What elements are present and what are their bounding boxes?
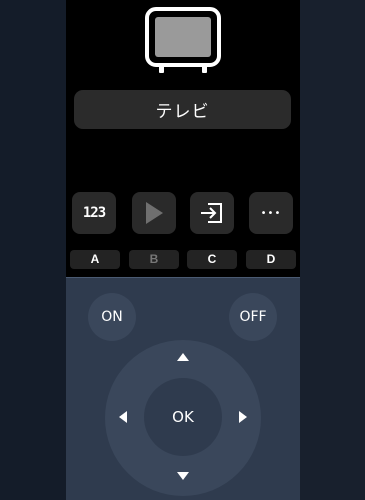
device-name-button[interactable]: テレビ: [74, 90, 291, 129]
more-dots-icon: •••: [260, 207, 282, 219]
input-switch-button[interactable]: [190, 192, 234, 234]
arrow-down-icon[interactable]: [177, 472, 189, 480]
left-margin: [0, 0, 66, 500]
number-pad-button[interactable]: 123: [72, 192, 116, 234]
power-off-label: OFF: [239, 309, 267, 325]
device-header: テレビ 123 ••• A B C D: [66, 0, 300, 277]
remote-control-panel: テレビ 123 ••• A B C D ON OFF OK: [66, 0, 300, 500]
arrow-left-icon[interactable]: [119, 411, 127, 423]
right-margin: [300, 0, 365, 500]
key-label-d: D: [246, 250, 296, 269]
number-pad-icon: 123: [82, 205, 106, 221]
ok-button[interactable]: OK: [144, 378, 222, 456]
power-off-button[interactable]: OFF: [229, 293, 277, 341]
power-on-label: ON: [101, 309, 123, 325]
power-on-button[interactable]: ON: [88, 293, 136, 341]
key-label-b: B: [129, 250, 179, 269]
arrow-right-icon[interactable]: [239, 411, 247, 423]
more-options-button[interactable]: •••: [249, 192, 293, 234]
key-label-a: A: [70, 250, 120, 269]
ok-label: OK: [172, 408, 194, 426]
tv-icon: [145, 7, 221, 73]
input-switch-icon: [201, 203, 222, 223]
play-button[interactable]: [132, 192, 176, 234]
key-label-c: C: [187, 250, 237, 269]
play-icon: [146, 202, 163, 224]
arrow-up-icon[interactable]: [177, 353, 189, 361]
device-name-label: テレビ: [155, 102, 210, 122]
